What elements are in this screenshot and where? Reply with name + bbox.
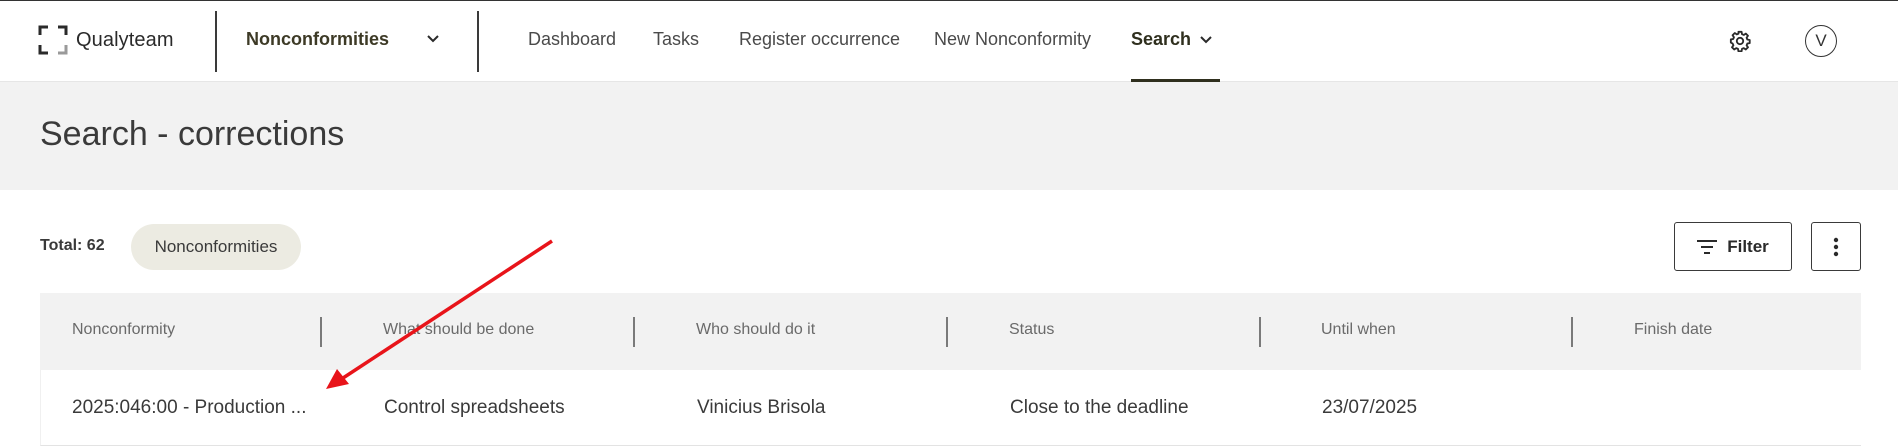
filter-chip-nonconformities[interactable]: Nonconformities xyxy=(131,224,301,270)
nav-tasks[interactable]: Tasks xyxy=(653,29,699,50)
column-header-finish-date[interactable]: Finish date xyxy=(1634,321,1712,339)
filter-button-label: Filter xyxy=(1727,236,1769,256)
module-selector[interactable]: Nonconformities xyxy=(246,29,389,50)
user-avatar[interactable]: V xyxy=(1805,25,1837,57)
cell-what-should-be-done: Control spreadsheets xyxy=(384,397,565,418)
column-resize-handle[interactable] xyxy=(946,317,948,347)
cell-status: Close to the deadline xyxy=(1010,397,1189,418)
qualyteam-logo-icon xyxy=(38,25,68,55)
nav-new-nonconformity[interactable]: New Nonconformity xyxy=(934,29,1091,50)
more-vertical-icon xyxy=(1833,237,1839,256)
nav-register-occurrence[interactable]: Register occurrence xyxy=(739,29,900,50)
table-header: Nonconformity What should be done Who sh… xyxy=(40,293,1861,370)
app-header: Qualyteam Nonconformities Dashboard Task… xyxy=(0,1,1898,82)
page-title: Search - corrections xyxy=(40,115,345,153)
column-resize-handle[interactable] xyxy=(1571,317,1573,347)
column-header-what-should-be-done[interactable]: What should be done xyxy=(383,321,534,339)
column-header-until-when[interactable]: Until when xyxy=(1321,321,1396,339)
logo[interactable]: Qualyteam xyxy=(38,25,174,55)
cell-who-should-do-it: Vinicius Brisola xyxy=(697,397,826,418)
table-row[interactable]: 2025:046:00 - Production ... Control spr… xyxy=(40,370,1861,446)
page-header: Search - corrections xyxy=(0,82,1898,190)
chevron-down-icon[interactable] xyxy=(1198,32,1214,48)
gear-icon[interactable] xyxy=(1729,30,1751,52)
logo-text: Qualyteam xyxy=(76,28,174,51)
column-header-who-should-do-it[interactable]: Who should do it xyxy=(696,321,815,339)
nav-search[interactable]: Search xyxy=(1131,29,1191,50)
header-divider xyxy=(215,11,217,72)
column-resize-handle[interactable] xyxy=(1259,317,1261,347)
cell-until-when: 23/07/2025 xyxy=(1322,397,1418,418)
filter-button[interactable]: Filter xyxy=(1674,222,1792,271)
column-resize-handle[interactable] xyxy=(633,317,635,347)
header-divider xyxy=(477,11,479,72)
column-header-status[interactable]: Status xyxy=(1009,321,1054,339)
filter-icon xyxy=(1697,239,1718,254)
chevron-down-icon[interactable] xyxy=(425,31,441,47)
column-header-nonconformity[interactable]: Nonconformity xyxy=(72,321,175,339)
nav-dashboard[interactable]: Dashboard xyxy=(528,29,616,50)
total-count: Total: 62 xyxy=(40,237,105,254)
column-resize-handle[interactable] xyxy=(320,317,322,347)
more-options-button[interactable] xyxy=(1811,222,1861,271)
cell-nonconformity[interactable]: 2025:046:00 - Production ... xyxy=(72,397,307,419)
